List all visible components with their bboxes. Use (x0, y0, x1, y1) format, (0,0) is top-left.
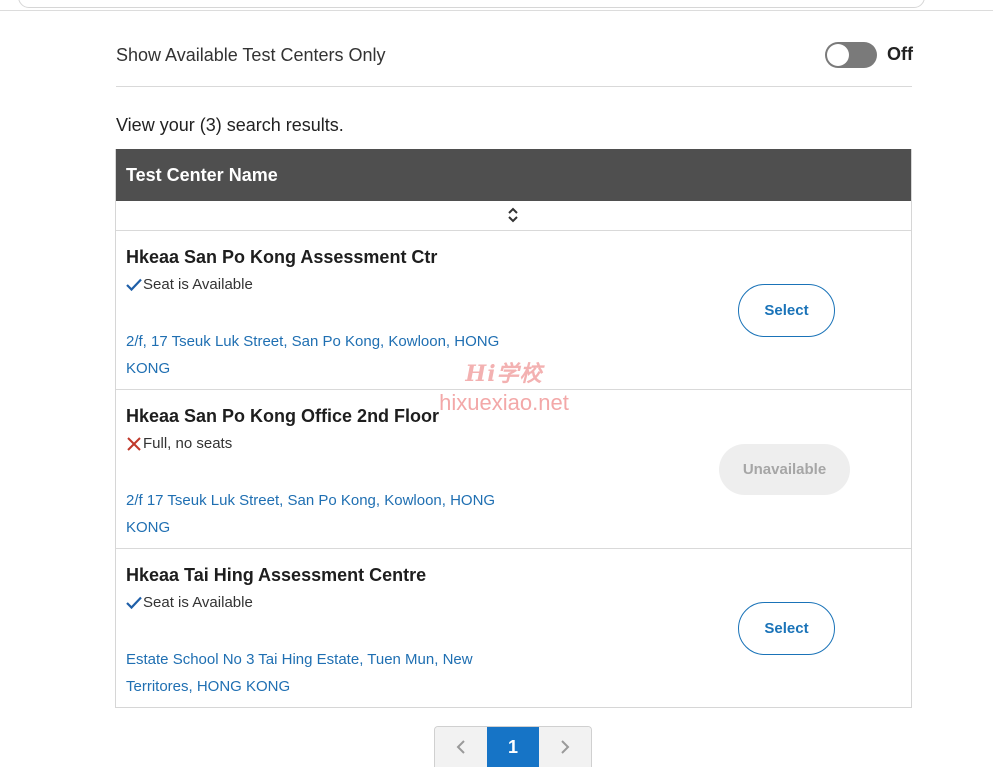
center-name: Hkeaa San Po Kong Assessment Ctr (126, 247, 438, 267)
address-line: Territores, HONG KONG (126, 678, 291, 695)
check-icon (126, 278, 142, 291)
sort-row (116, 201, 911, 231)
address-line: Estate School No 3 Tai Hing Estate, Tuen… (126, 651, 473, 668)
table-row: Hkeaa Tai Hing Assessment Centre Seat is… (116, 549, 911, 707)
filter-label: Show Available Test Centers Only (116, 45, 386, 65)
toggle-knob (827, 44, 849, 66)
top-search-bar (0, 0, 993, 11)
prev-page-button[interactable] (435, 727, 487, 767)
center-address: 2/f 17 Tseuk Luk Street, San Po Kong, Ko… (126, 487, 516, 541)
seat-status: Seat is Available (126, 276, 253, 293)
seat-status: Seat is Available (126, 594, 253, 611)
check-icon (126, 596, 142, 609)
address-line: KONG (126, 519, 171, 536)
table-row: Hkeaa San Po Kong Assessment Ctr Seat is… (116, 231, 911, 390)
seat-status-text: Full, no seats (143, 435, 233, 452)
column-header: Test Center Name (116, 149, 911, 201)
table-row: Hkeaa San Po Kong Office 2nd Floor Full,… (116, 390, 911, 549)
toggle-state-label: Off (887, 44, 913, 64)
center-name: Hkeaa Tai Hing Assessment Centre (126, 565, 427, 585)
address-line: 2/f, 17 Tseuk Luk Street, San Po Kong, K… (126, 333, 500, 350)
unavailable-button: Unavailable (719, 444, 850, 495)
results-summary: View your (3) search results. (116, 115, 344, 135)
availability-filter: Show Available Test Centers Only Off (116, 38, 913, 87)
select-button[interactable]: Select (738, 284, 835, 337)
seat-status-text: Seat is Available (143, 276, 253, 293)
chevron-left-icon (456, 740, 465, 754)
next-page-button[interactable] (539, 727, 591, 767)
x-icon (127, 436, 141, 451)
address-line: KONG (126, 360, 171, 377)
sort-icon[interactable] (506, 205, 520, 225)
search-field-edge[interactable] (18, 0, 925, 8)
seat-status: Full, no seats (126, 435, 232, 452)
availability-toggle[interactable] (825, 42, 877, 68)
page-number-current[interactable]: 1 (487, 727, 539, 767)
pagination: 1 (434, 726, 592, 767)
address-line: 2/f 17 Tseuk Luk Street, San Po Kong, Ko… (126, 492, 496, 509)
seat-status-text: Seat is Available (143, 594, 253, 611)
test-center-table: Test Center Name Hkeaa San Po Kong Asses… (115, 149, 912, 708)
center-name: Hkeaa San Po Kong Office 2nd Floor (126, 406, 440, 426)
center-address: Estate School No 3 Tai Hing Estate, Tuen… (126, 646, 516, 700)
chevron-right-icon (561, 740, 570, 754)
select-button[interactable]: Select (738, 602, 835, 655)
center-address: 2/f, 17 Tseuk Luk Street, San Po Kong, K… (126, 328, 516, 382)
